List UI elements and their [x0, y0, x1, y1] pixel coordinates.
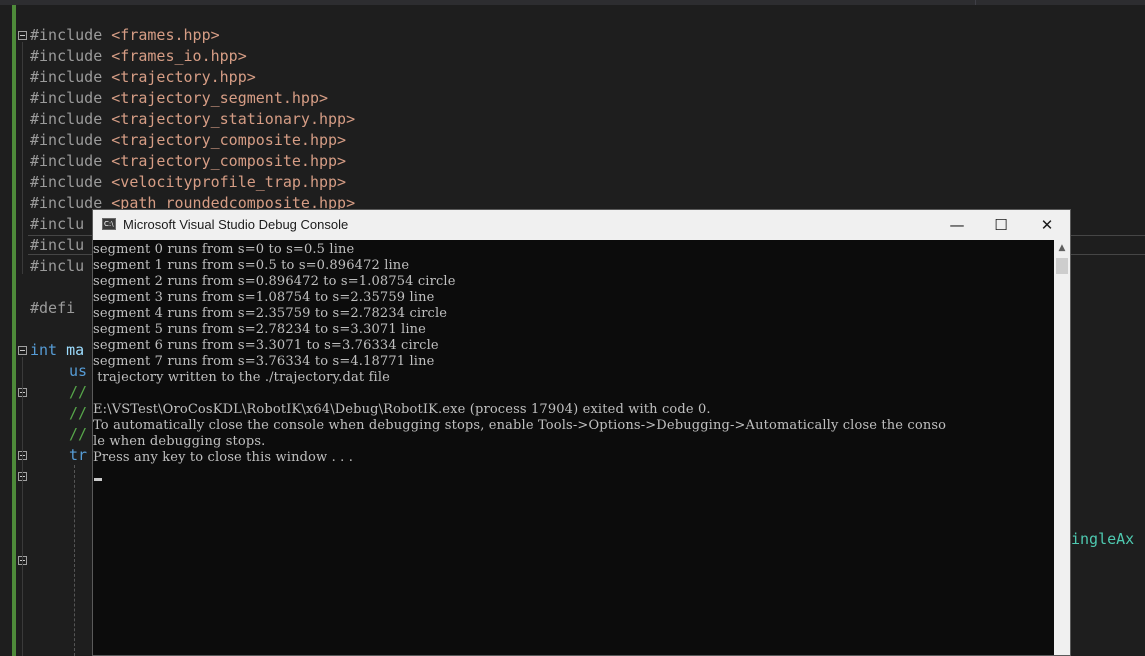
code-line[interactable]: us — [69, 361, 87, 382]
console-line: segment 4 runs from s=2.35759 to s=2.782… — [93, 306, 448, 321]
fold-guide — [22, 42, 23, 274]
include-path: <trajectory.hpp> — [111, 68, 256, 86]
tab-separator — [975, 0, 976, 5]
preprocessor-directive: #inclu — [30, 236, 85, 254]
preprocessor-directive: #include — [30, 173, 112, 191]
code-line[interactable]: // — [69, 403, 87, 424]
comment: // — [69, 404, 88, 422]
console-line: segment 5 runs from s=2.78234 to s=3.307… — [93, 322, 427, 337]
code-line[interactable]: #inclu — [30, 235, 84, 256]
vertical-scrollbar[interactable]: ▲ — [1054, 240, 1070, 655]
console-line: Press any key to close this window . . . — [93, 450, 354, 465]
keyword: tr — [69, 446, 88, 464]
code-line[interactable]: tr — [69, 445, 87, 466]
console-line: segment 7 runs from s=3.76334 to s=4.187… — [93, 354, 435, 369]
include-path: <trajectory_composite.hpp> — [111, 131, 347, 149]
preprocessor-directive: #include — [30, 26, 112, 44]
console-output[interactable]: segment 0 runs from s=0 to s=0.5 line se… — [93, 240, 1054, 655]
type-name: ingleAx — [1071, 530, 1135, 548]
code-line[interactable]: // — [69, 424, 87, 445]
include-path: <trajectory_segment.hpp> — [111, 89, 329, 107]
code-line[interactable]: #include <trajectory.hpp> — [30, 67, 256, 88]
console-line: segment 0 runs from s=0 to s=0.5 line — [93, 242, 355, 257]
code-line[interactable]: ingleAx — [1071, 529, 1134, 550]
preprocessor-directive: #defi — [30, 299, 76, 317]
scrollbar-thumb[interactable] — [1056, 258, 1068, 274]
console-title-bar[interactable]: C:\ Microsoft Visual Studio Debug Consol… — [93, 210, 1070, 240]
preprocessor-directive: #inclu — [30, 257, 85, 275]
text-cursor — [94, 478, 102, 481]
icon-label: C:\ — [104, 220, 114, 228]
console-line: To automatically close the console when … — [93, 418, 947, 433]
minimize-button[interactable]: — — [934, 210, 980, 240]
include-path: <frames_io.hpp> — [111, 47, 247, 65]
close-button[interactable]: ✕ — [1024, 210, 1070, 240]
console-line: segment 1 runs from s=0.5 to s=0.896472 … — [93, 258, 410, 273]
console-line: segment 3 runs from s=1.08754 to s=2.357… — [93, 290, 435, 305]
indent-guide — [74, 465, 75, 656]
comment: // — [69, 425, 88, 443]
console-line: le when debugging stops. — [93, 434, 266, 449]
console-line: E:\VSTest\OroCosKDL\RobotIK\x64\Debug\Ro… — [93, 402, 711, 417]
code-line[interactable]: #include <frames_io.hpp> — [30, 46, 247, 67]
keyword: us — [69, 362, 88, 380]
code-line[interactable]: int ma — [30, 340, 84, 361]
keyword: int — [30, 341, 58, 359]
code-line[interactable]: #include <trajectory_stationary.hpp> — [30, 109, 355, 130]
minimize-icon: — — [949, 216, 965, 234]
code-line[interactable]: #include <velocityprofile_trap.hpp> — [30, 172, 346, 193]
include-path: <frames.hpp> — [111, 26, 220, 44]
include-path: <trajectory_stationary.hpp> — [111, 110, 356, 128]
code-line[interactable]: #inclu — [30, 256, 84, 277]
debug-console-window[interactable]: C:\ Microsoft Visual Studio Debug Consol… — [92, 209, 1071, 656]
code-line[interactable]: #include <frames.hpp> — [30, 25, 220, 46]
code-line[interactable]: #include <trajectory_segment.hpp> — [30, 88, 328, 109]
preprocessor-directive: #include — [30, 68, 112, 86]
window-title: Microsoft Visual Studio Debug Console — [123, 217, 349, 232]
include-path: <velocityprofile_trap.hpp> — [111, 173, 347, 191]
console-line: segment 2 runs from s=0.896472 to s=1.08… — [93, 274, 456, 289]
code-line[interactable]: #defi — [30, 298, 75, 319]
console-app-icon: C:\ — [102, 218, 116, 230]
preprocessor-directive: #include — [30, 110, 112, 128]
code-line[interactable]: // — [69, 382, 87, 403]
collapse-icon[interactable] — [18, 31, 27, 40]
console-line: trajectory written to the ./trajectory.d… — [93, 370, 390, 385]
preprocessor-directive: #include — [30, 131, 112, 149]
preprocessor-directive: #include — [30, 89, 112, 107]
code-line[interactable]: #inclu — [30, 214, 84, 235]
preprocessor-directive: #include — [30, 152, 112, 170]
maximize-icon: ☐ — [994, 216, 1008, 234]
collapse-icon[interactable] — [18, 346, 27, 355]
close-icon: ✕ — [1040, 216, 1054, 234]
code-line[interactable]: #include <trajectory_composite.hpp> — [30, 130, 346, 151]
maximize-button[interactable]: ☐ — [978, 210, 1024, 240]
include-path: <trajectory_composite.hpp> — [111, 152, 347, 170]
editor-tab-strip — [0, 0, 1145, 5]
function-name: ma — [66, 341, 85, 359]
change-tracking-bar — [12, 5, 16, 656]
preprocessor-directive: #include — [30, 47, 112, 65]
console-line: segment 6 runs from s=3.3071 to s=3.7633… — [93, 338, 439, 353]
code-line[interactable]: #include <trajectory_composite.hpp> — [30, 151, 346, 172]
preprocessor-directive: #inclu — [30, 215, 85, 233]
fold-guide — [22, 357, 23, 656]
comment: // — [69, 383, 88, 401]
scroll-up-icon[interactable]: ▲ — [1054, 240, 1070, 256]
